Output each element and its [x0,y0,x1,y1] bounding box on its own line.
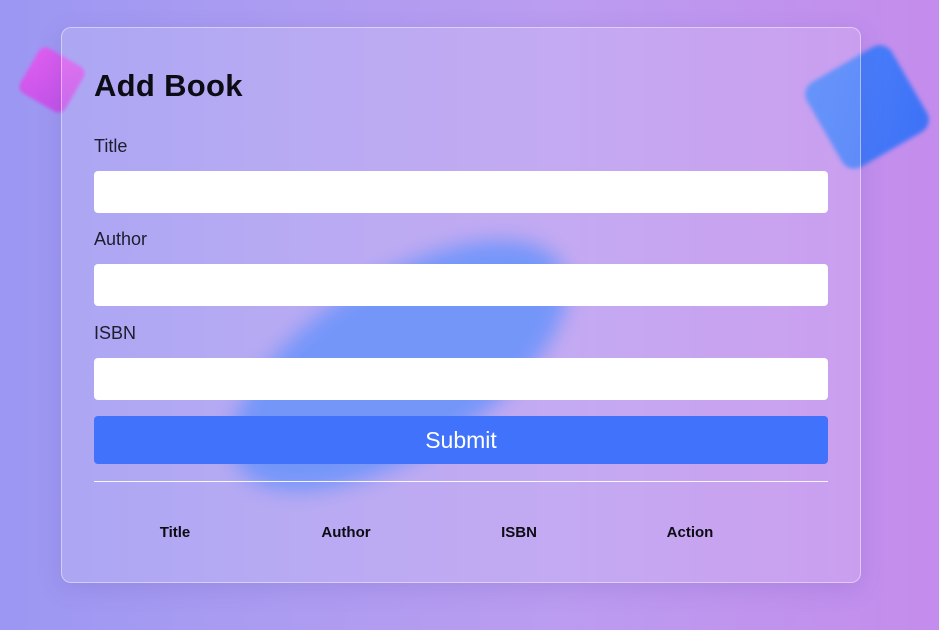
books-table-header: Title Author ISBN Action [94,524,828,546]
add-book-card: Add Book Title Author ISBN Submit Title … [61,27,861,583]
author-input[interactable] [94,264,828,306]
column-header-title: Title [159,524,191,541]
submit-button[interactable]: Submit [94,416,828,464]
title-input[interactable] [94,171,828,213]
isbn-input[interactable] [94,358,828,400]
column-header-action: Action [666,524,714,541]
isbn-label: ISBN [94,323,137,343]
column-header-author: Author [321,524,371,541]
column-header-isbn: ISBN [501,524,537,541]
divider [94,481,828,482]
author-label: Author [94,229,148,249]
title-label: Title [94,136,128,156]
page-title: Add Book [94,68,243,103]
